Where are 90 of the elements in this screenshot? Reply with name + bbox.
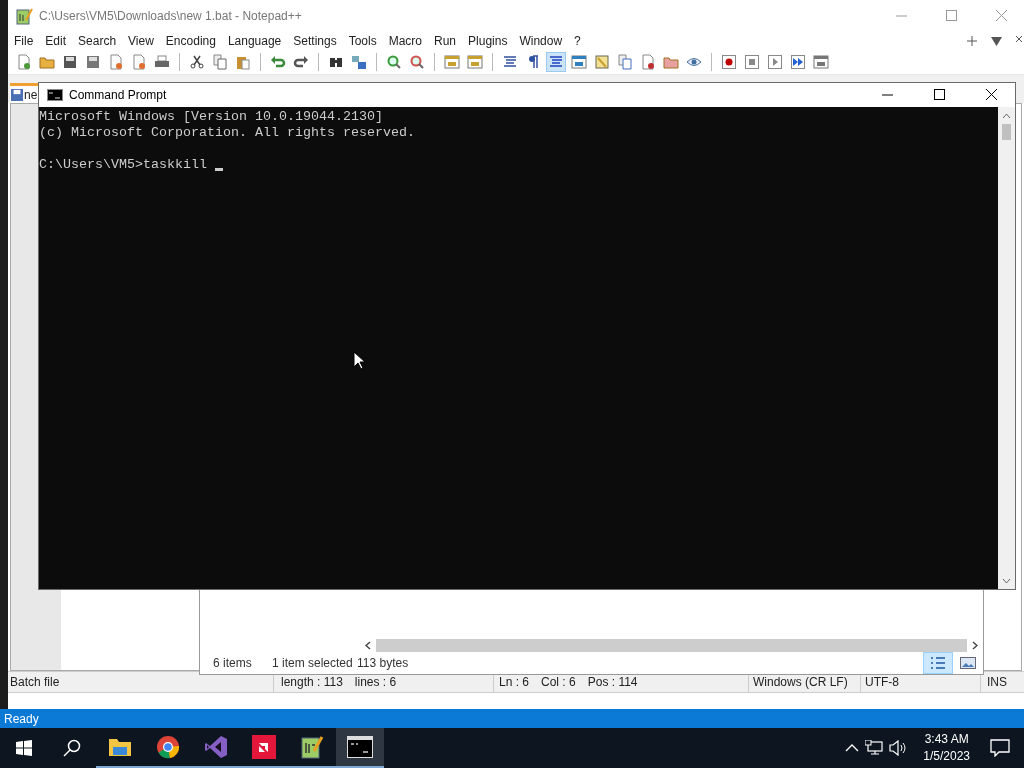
- app-icon: [252, 735, 276, 759]
- maximize-icon: [934, 89, 946, 101]
- line-ending-label: Windows (CR LF): [753, 675, 848, 689]
- scrollbar-thumb[interactable]: [1002, 124, 1011, 140]
- save-all-icon: [85, 54, 101, 70]
- cut-icon: [189, 54, 205, 70]
- fast-forward-icon: [790, 54, 806, 70]
- chevron-up-icon[interactable]: [845, 744, 860, 752]
- folder-icon: [663, 54, 679, 70]
- documents-icon: [617, 54, 633, 70]
- taskbar-app-button[interactable]: [336, 728, 384, 768]
- window-title: Command Prompt: [69, 88, 167, 102]
- line-label: Ln : 6: [499, 675, 530, 689]
- toolbar-button[interactable]: [788, 52, 808, 72]
- selection-size: 113 bytes: [357, 656, 409, 670]
- menu-item[interactable]: Search: [72, 34, 123, 48]
- clock[interactable]: 3:43 AM 1/5/2023: [913, 731, 984, 765]
- play-icon: [767, 54, 783, 70]
- menu-item[interactable]: ?: [568, 34, 587, 48]
- plus-icon[interactable]: [967, 36, 977, 46]
- function-list-icon: [640, 54, 656, 70]
- search-icon: [63, 739, 81, 757]
- window-icon: [571, 54, 587, 70]
- undo-icon: [270, 54, 286, 70]
- encoding-label: UTF-8: [865, 675, 899, 689]
- copy-icon: [212, 54, 228, 70]
- insert-mode-label: INS: [987, 675, 1007, 689]
- menu-item[interactable]: Macro: [382, 34, 428, 48]
- selection-count: 1 item selected: [272, 656, 354, 670]
- stop-icon: [744, 54, 760, 70]
- close-icon: [996, 10, 1008, 22]
- menu-item[interactable]: Tools: [342, 34, 383, 48]
- menu-item[interactable]: Window: [513, 34, 569, 48]
- zoom-out-icon: [409, 54, 425, 70]
- save-icon: [11, 88, 23, 101]
- redo-icon: [293, 54, 309, 70]
- menu-item[interactable]: File: [8, 34, 40, 48]
- maximize-icon: [946, 10, 958, 22]
- ribbon-logo-icon: [204, 735, 228, 759]
- menu-item[interactable]: Language: [221, 34, 288, 48]
- dropdown-triangle-icon[interactable]: [991, 36, 1002, 46]
- new-file-icon: [16, 54, 32, 70]
- console-icon: [47, 89, 63, 101]
- item-count: 6 items: [213, 656, 253, 670]
- browser-icon: [156, 735, 180, 759]
- length-label: length : 113: [281, 675, 343, 689]
- notepad-icon: [16, 7, 33, 25]
- print-icon: [154, 54, 170, 70]
- document-tab[interactable]: ne: [10, 83, 38, 103]
- word-wrap-icon: [502, 54, 518, 70]
- vertical-scrollbar[interactable]: [998, 107, 1015, 589]
- text-cursor: [214, 168, 223, 171]
- horizontal-scrollbar[interactable]: [360, 639, 983, 652]
- notepad-icon: [300, 735, 324, 759]
- details-list-icon: [930, 656, 946, 670]
- indent-guide-icon: [548, 54, 564, 70]
- close-all-icon: [131, 54, 147, 70]
- volume-icon[interactable]: [889, 740, 908, 756]
- paste-icon: [235, 54, 251, 70]
- file-type-label: Batch file: [10, 675, 60, 689]
- image-icon: [960, 657, 976, 669]
- zoom-in-icon: [386, 54, 402, 70]
- menu-item[interactable]: Edit: [39, 34, 73, 48]
- record-icon: [721, 54, 737, 70]
- mouse-pointer-icon: [353, 351, 365, 370]
- menu-item[interactable]: View: [122, 34, 160, 48]
- menu-item[interactable]: Settings: [287, 34, 343, 48]
- toolbar-button[interactable]: [719, 52, 739, 72]
- window-title: C:\Users\VM5\Downloads\new 1.bat - Notepad++: [39, 9, 302, 23]
- console-line: Microsoft Windows [Version 10.0.19044.2130]: [39, 109, 384, 125]
- column-label: Col : 6: [541, 675, 576, 689]
- lines-label: lines : 6: [354, 675, 397, 689]
- menu-item[interactable]: Encoding: [159, 34, 222, 48]
- position-label: Pos : 114: [587, 675, 638, 689]
- menu-item[interactable]: Plugins: [462, 34, 514, 48]
- open-folder-icon: [39, 54, 55, 70]
- command-line: C:\Users\VM5>taskkill: [39, 157, 207, 173]
- close-file-icon: [108, 54, 124, 70]
- windows-logo-icon: [16, 740, 32, 756]
- network-icon[interactable]: [865, 740, 884, 756]
- save-icon: [62, 54, 78, 70]
- close-icon: [986, 89, 998, 101]
- notification-icon[interactable]: [990, 739, 1010, 757]
- console-line: (c) Microsoft Corporation. All rights reserved.: [39, 125, 416, 141]
- replace-icon: [351, 54, 367, 70]
- terminal-icon: [347, 736, 373, 758]
- menu-item[interactable]: Run: [428, 34, 463, 48]
- folder-icon: [108, 737, 132, 757]
- status-text: Ready: [3, 711, 39, 726]
- details-view-button[interactable]: [923, 652, 953, 674]
